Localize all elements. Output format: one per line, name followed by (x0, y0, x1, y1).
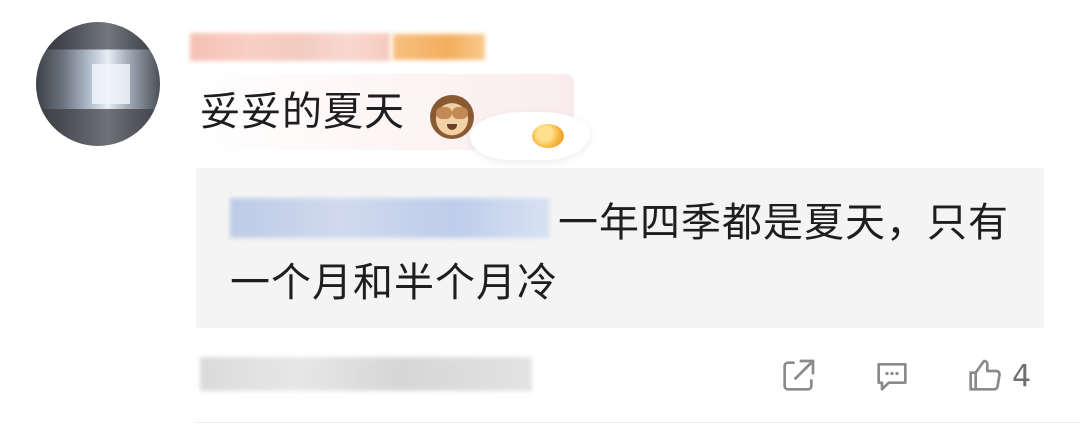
share-icon (783, 359, 815, 391)
comment-text: 妥妥的夏天 (200, 89, 405, 135)
divider (196, 422, 1080, 423)
reply-text-line2: 一个月和半个月冷 (230, 260, 558, 306)
reply-button[interactable] (872, 354, 912, 398)
see-no-evil-monkey-icon (430, 95, 474, 139)
monkey-hand-left (436, 107, 452, 119)
avatar[interactable] (36, 22, 160, 146)
comment-icon (877, 363, 907, 391)
like-button[interactable]: 4 (964, 354, 1031, 398)
username-blurred[interactable] (190, 33, 390, 61)
thumbs-up-icon (969, 359, 1001, 391)
user-badge-blurred (393, 34, 485, 60)
like-count: 4 (1012, 358, 1032, 394)
comment-meta-blurred (200, 357, 532, 391)
reply-text-line1: 一年四季都是夏天，只有 (558, 200, 1009, 246)
monkey-hand-right (452, 107, 468, 119)
monkey-mouth (447, 124, 457, 130)
fried-egg-icon (470, 112, 590, 160)
reply-username-blurred[interactable] (230, 198, 550, 238)
egg-yolk (532, 124, 564, 148)
share-button[interactable] (778, 354, 818, 398)
